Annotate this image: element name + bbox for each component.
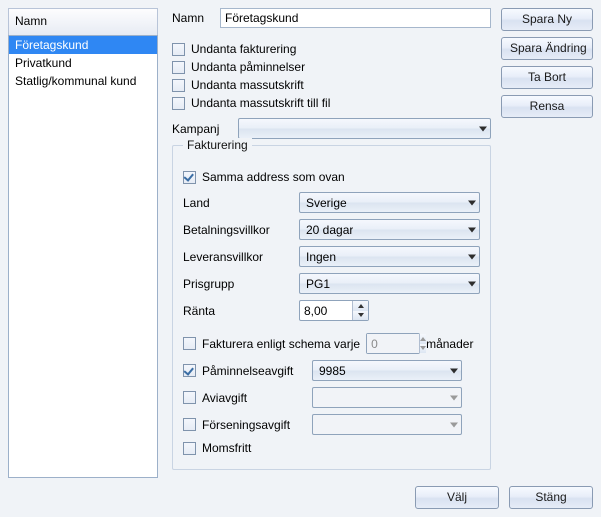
kampanj-label: Kampanj xyxy=(172,122,232,136)
customer-type-list[interactable]: Företagskund Privatkund Statlig/kommunal… xyxy=(8,35,158,478)
spinner-up-icon[interactable] xyxy=(353,301,368,311)
checkbox-label: Samma address som ovan xyxy=(202,170,345,184)
checkbox-label: Undanta massutskrift till fil xyxy=(191,96,330,110)
kampanj-combo[interactable] xyxy=(238,118,491,139)
ranta-spinner[interactable]: 8,00 xyxy=(299,300,369,321)
betalningsvillkor-combo[interactable]: 20 dagar xyxy=(299,219,480,240)
paminnelseavgift-label: Påminnelseavgift xyxy=(202,364,306,378)
checkbox-icon[interactable] xyxy=(172,79,185,92)
land-combo[interactable]: Sverige xyxy=(299,192,480,213)
chevron-down-icon xyxy=(479,126,487,131)
land-label: Land xyxy=(183,196,293,210)
aviavgift-combo xyxy=(312,387,462,408)
prisgrupp-label: Prisgrupp xyxy=(183,277,293,291)
checkbox-label: Undanta massutskrift xyxy=(191,78,304,92)
leveransvillkor-label: Leveransvillkor xyxy=(183,250,293,264)
samma-address-row[interactable]: Samma address som ovan xyxy=(183,170,480,184)
list-item[interactable]: Statlig/kommunal kund xyxy=(9,72,157,90)
checkbox-label: Momsfritt xyxy=(202,441,251,455)
checkbox-icon[interactable] xyxy=(183,171,196,184)
close-button[interactable]: Stäng xyxy=(509,486,593,509)
fakturera-schema-label: Fakturera enligt schema varje xyxy=(202,337,360,351)
clear-button[interactable]: Rensa xyxy=(501,95,593,118)
undanta-massutskrift-fil-row[interactable]: Undanta massutskrift till fil xyxy=(172,96,491,110)
momsfritt-row[interactable]: Momsfritt xyxy=(183,441,480,455)
chevron-down-icon xyxy=(468,281,476,286)
chevron-down-icon xyxy=(468,227,476,232)
chevron-down-icon xyxy=(468,254,476,259)
forseningsavgift-combo xyxy=(312,414,462,435)
checkbox-icon[interactable] xyxy=(172,43,185,56)
list-header-name[interactable]: Namn xyxy=(8,8,158,35)
list-item[interactable]: Privatkund xyxy=(9,54,157,72)
chevron-down-icon xyxy=(468,200,476,205)
paminnelseavgift-combo[interactable]: 9985 xyxy=(312,360,462,381)
save-change-button[interactable]: Spara Ändring xyxy=(501,37,593,60)
spinner-down-icon[interactable] xyxy=(353,311,368,321)
checkbox-icon[interactable] xyxy=(183,442,196,455)
ranta-label: Ränta xyxy=(183,304,293,318)
select-button[interactable]: Välj xyxy=(415,486,499,509)
aviavgift-checkbox[interactable] xyxy=(183,391,196,404)
aviavgift-label: Aviavgift xyxy=(202,391,306,405)
name-label: Namn xyxy=(172,11,214,25)
fakturera-schema-checkbox[interactable] xyxy=(183,337,196,350)
list-item[interactable]: Företagskund xyxy=(9,36,157,54)
checkbox-label: Undanta fakturering xyxy=(191,42,296,56)
undanta-paminnelser-row[interactable]: Undanta påminnelser xyxy=(172,60,491,74)
delete-button[interactable]: Ta Bort xyxy=(501,66,593,89)
checkbox-label: Undanta påminnelser xyxy=(191,60,305,74)
chevron-down-icon xyxy=(450,368,458,373)
chevron-down-icon xyxy=(450,395,458,400)
save-new-button[interactable]: Spara Ny xyxy=(501,8,593,31)
betalningsvillkor-label: Betalningsvillkor xyxy=(183,223,293,237)
undanta-massutskrift-row[interactable]: Undanta massutskrift xyxy=(172,78,491,92)
leveransvillkor-combo[interactable]: Ingen xyxy=(299,246,480,267)
checkbox-icon[interactable] xyxy=(172,97,185,110)
checkbox-icon[interactable] xyxy=(172,61,185,74)
undanta-fakturering-row[interactable]: Undanta fakturering xyxy=(172,42,491,56)
chevron-down-icon xyxy=(450,422,458,427)
fakturering-group: Fakturering Samma address som ovan Land … xyxy=(172,145,491,470)
fakturera-schema-spinner: 0 xyxy=(366,333,420,354)
fakturera-schema-suffix: månader xyxy=(426,337,473,351)
paminnelseavgift-checkbox[interactable] xyxy=(183,364,196,377)
fakturering-legend: Fakturering xyxy=(183,138,252,152)
forseningsavgift-label: Förseningsavgift xyxy=(202,418,306,432)
name-input[interactable] xyxy=(220,8,491,28)
prisgrupp-combo[interactable]: PG1 xyxy=(299,273,480,294)
forseningsavgift-checkbox[interactable] xyxy=(183,418,196,431)
